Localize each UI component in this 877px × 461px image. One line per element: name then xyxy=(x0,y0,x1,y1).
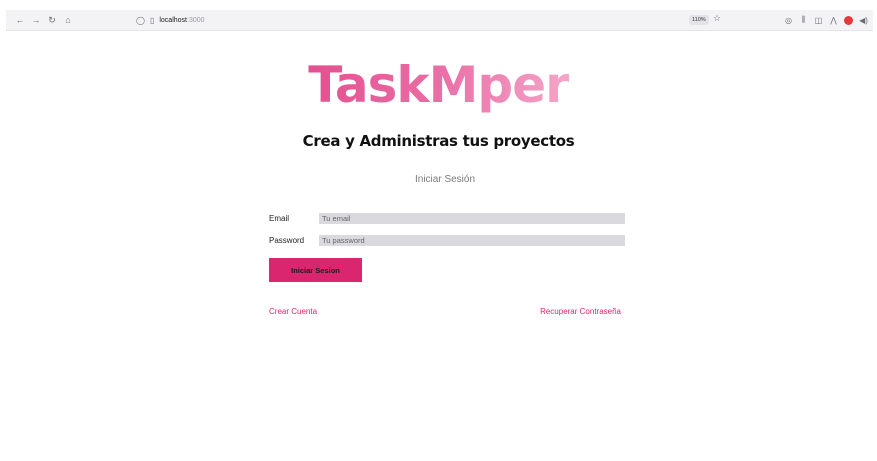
url-host: localhost xyxy=(159,16,187,24)
home-icon[interactable]: ⌂ xyxy=(60,15,76,25)
speaker-icon[interactable]: ◀) xyxy=(856,16,871,25)
url-port: :3000 xyxy=(187,16,205,24)
address-bar[interactable]: ◯ ▯ localhost:3000 xyxy=(136,10,205,30)
pocket-icon[interactable]: ◎ xyxy=(781,16,796,25)
back-arrow-icon[interactable]: ← xyxy=(12,15,28,25)
forward-arrow-icon[interactable]: → xyxy=(28,15,44,25)
app-logo: TaskMper xyxy=(0,56,877,114)
email-label: Email xyxy=(269,214,290,223)
password-row: Password xyxy=(269,235,625,246)
browser-nav: ← → ↻ ⌂ xyxy=(12,15,76,26)
email-field[interactable] xyxy=(319,213,625,224)
browser-toolbar: ← → ↻ ⌂ ◯ ▯ localhost:3000 110% ☆ ◎ ⫼ ◫ … xyxy=(6,10,873,31)
create-account-link[interactable]: Crear Cuenta xyxy=(269,307,317,316)
password-field[interactable] xyxy=(319,235,625,246)
password-label: Password xyxy=(269,236,305,245)
extension-red-icon[interactable] xyxy=(844,15,853,25)
page-subtitle: Crea y Administras tus proyectos xyxy=(302,132,575,150)
form-heading: Iniciar Sesión xyxy=(414,174,476,185)
extension-icon[interactable]: ⋀ xyxy=(826,16,841,25)
sidebar-icon[interactable]: ◫ xyxy=(811,16,826,25)
login-button[interactable]: Iniciar Sesion xyxy=(269,258,362,282)
zoom-level[interactable]: 110% xyxy=(689,15,709,25)
star-icon[interactable]: ☆ xyxy=(713,13,721,24)
reload-icon[interactable]: ↻ xyxy=(44,15,60,26)
recover-password-link[interactable]: Recuperar Contraseña xyxy=(540,307,621,316)
logo-text: TaskMper xyxy=(308,56,570,114)
library-icon[interactable]: ⫼ xyxy=(796,15,811,25)
page-icon: ▯ xyxy=(149,15,155,25)
shield-icon[interactable]: ◯ xyxy=(136,16,145,25)
email-row: Email xyxy=(269,213,625,224)
browser-extensions: ◎ ⫼ ◫ ⋀ ◀) xyxy=(781,10,871,30)
